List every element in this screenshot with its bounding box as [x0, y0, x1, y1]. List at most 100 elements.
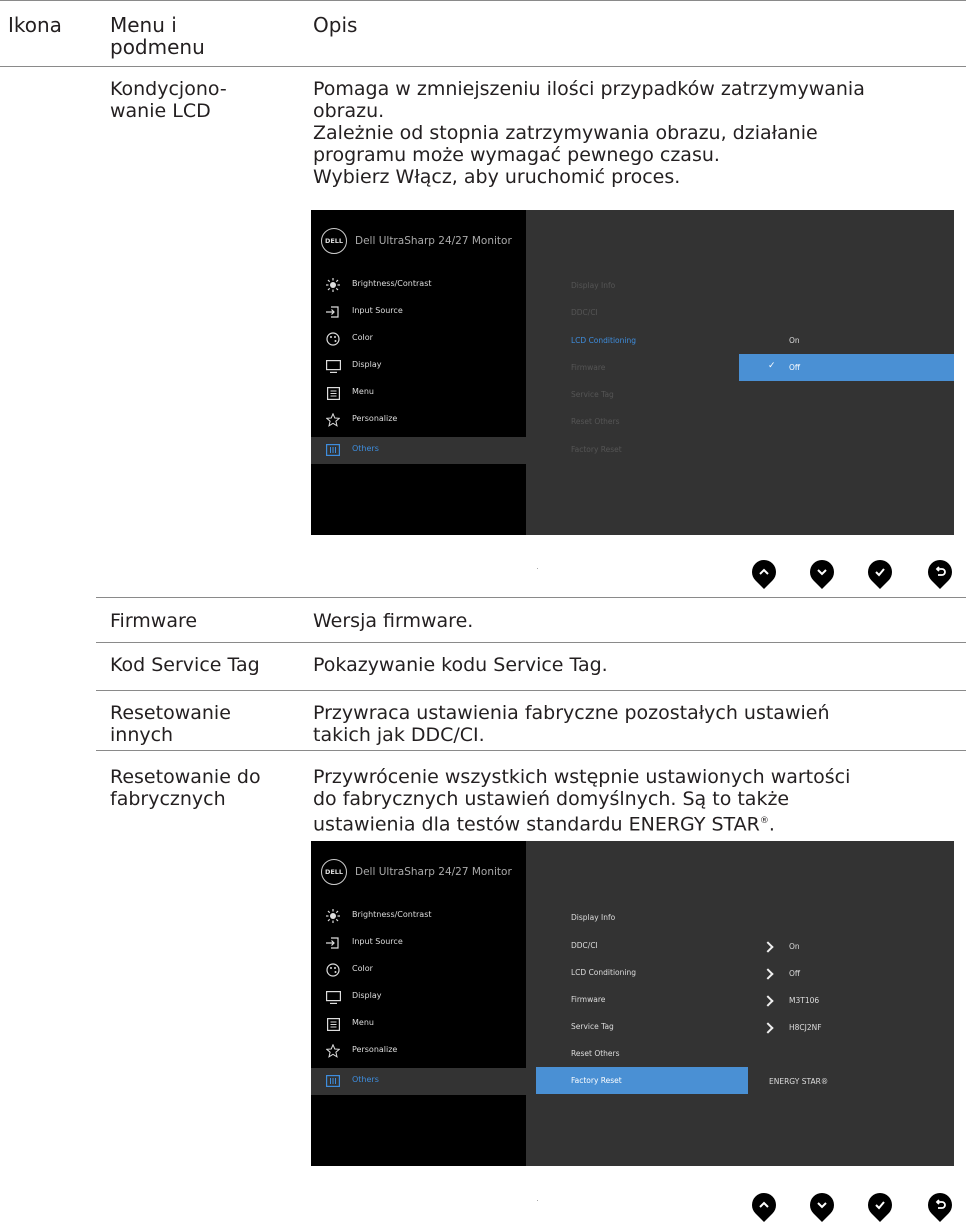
color-palette-icon: [325, 963, 341, 977]
star-icon: [325, 413, 341, 427]
factory-reset-desc-end: .: [768, 813, 775, 836]
osd-item-personalize[interactable]: Personalize: [311, 407, 526, 434]
osd-item-display[interactable]: Display: [311, 353, 526, 380]
dell-logo: DELL: [321, 859, 347, 885]
decorative-dot: [537, 568, 538, 569]
menu-icon: [325, 386, 341, 400]
osd-sub-reset-others[interactable]: Reset Others: [571, 1049, 620, 1058]
osd-item-label: Menu: [352, 387, 374, 396]
osd-title: Dell UltraSharp 24/27 Monitor: [355, 866, 512, 878]
firmware-desc: Wersja firmware.: [313, 610, 474, 632]
osd-item-others[interactable]: Others: [311, 1068, 526, 1095]
osd-sub-firmware[interactable]: Firmware: [571, 995, 605, 1004]
osd-screenshot-factory-reset: DELL Dell UltraSharp 24/27 Monitor Brigh…: [311, 841, 954, 1166]
osd-item-label: Display: [352, 991, 382, 1000]
osd-sub-firmware[interactable]: Firmware: [571, 363, 605, 372]
osd-item-menu[interactable]: Menu: [311, 1011, 526, 1038]
brightness-icon: [325, 909, 341, 923]
osd-sub-service-tag[interactable]: Service Tag: [571, 390, 614, 399]
down-button-icon: [805, 1188, 839, 1222]
row-rule-3: [96, 690, 966, 691]
osd-option-on[interactable]: On: [789, 336, 800, 345]
brightness-icon: [325, 278, 341, 292]
osd-value-firmware: M3T106: [789, 996, 820, 1005]
back-button-icon: [923, 555, 957, 589]
star-icon: [325, 1044, 341, 1058]
osd-item-label: Brightness/Contrast: [352, 279, 432, 288]
osd-item-color[interactable]: Color: [311, 326, 526, 353]
lcd-conditioning-name: Kondycjono- wanie LCD: [110, 78, 227, 122]
osd-sub-factory-reset[interactable]: Factory Reset: [571, 1076, 622, 1085]
osd-item-label: Personalize: [352, 1045, 398, 1054]
osd-sub-service-tag[interactable]: Service Tag: [571, 1022, 614, 1031]
osd-item-brightness[interactable]: Brightness/Contrast: [311, 272, 526, 299]
osd-sub-ddcci[interactable]: DDC/CI: [571, 308, 598, 317]
osd-item-others[interactable]: Others: [311, 437, 526, 464]
osd-item-color[interactable]: Color: [311, 957, 526, 984]
button-row-2: [747, 1188, 957, 1227]
confirm-button-icon: [863, 555, 897, 589]
row-rule-4: [96, 750, 966, 751]
osd-item-label: Display: [352, 360, 382, 369]
service-tag-desc: Pokazywanie kodu Service Tag.: [313, 654, 608, 676]
osd-item-personalize[interactable]: Personalize: [311, 1038, 526, 1065]
menu-icon: [325, 1017, 341, 1031]
osd-item-label: Others: [352, 1075, 379, 1084]
up-button-icon: [747, 1188, 781, 1222]
others-icon: [325, 1074, 341, 1088]
row-rule-1: [96, 597, 966, 598]
col-desc-header: Opis: [313, 13, 358, 37]
col-icon-header: Ikona: [8, 13, 62, 37]
osd-item-brightness[interactable]: Brightness/Contrast: [311, 903, 526, 930]
down-button-icon: [805, 555, 839, 589]
input-source-icon: [325, 305, 341, 319]
osd-sub-factory-reset-highlight[interactable]: [536, 1067, 748, 1094]
osd-sub-lcd-conditioning[interactable]: LCD Conditioning: [571, 336, 636, 345]
osd-title: Dell UltraSharp 24/27 Monitor: [355, 235, 512, 247]
osd-item-display[interactable]: Display: [311, 984, 526, 1011]
color-palette-icon: [325, 332, 341, 346]
button-row-1: [747, 555, 957, 594]
lcd-conditioning-desc: Pomaga w zmniejszeniu ilości przypadków …: [313, 78, 865, 188]
up-button-icon: [747, 555, 781, 589]
decorative-dot: [537, 1200, 538, 1201]
top-rule: [0, 0, 966, 1]
osd-sub-display-info[interactable]: Display Info: [571, 913, 615, 922]
osd-value-lcd: Off: [789, 969, 801, 978]
osd-item-label: Brightness/Contrast: [352, 910, 432, 919]
osd-sub-reset-others[interactable]: Reset Others: [571, 417, 620, 426]
osd-item-label: Input Source: [352, 306, 403, 315]
confirm-button-icon: [863, 1188, 897, 1222]
check-icon: ✓: [768, 361, 776, 371]
display-icon: [325, 990, 341, 1004]
osd-option-off[interactable]: Off: [789, 363, 800, 372]
osd-value-ddcci: On: [789, 942, 800, 951]
osd-value-service-tag: H8CJ2NF: [789, 1023, 822, 1032]
header-rule: [0, 66, 966, 67]
osd-sub-lcd-conditioning[interactable]: LCD Conditioning: [571, 968, 636, 977]
registered-mark: ®: [759, 816, 769, 826]
input-source-icon: [325, 936, 341, 950]
osd-item-input-source[interactable]: Input Source: [311, 299, 526, 326]
osd-item-label: Personalize: [352, 414, 398, 423]
osd-sub-factory-reset[interactable]: Factory Reset: [571, 445, 622, 454]
reset-others-desc: Przywraca ustawienia fabryczne pozostały…: [313, 702, 830, 746]
osd-value-factory-reset: ENERGY STAR®: [769, 1077, 829, 1086]
col-menu-header: Menu i podmenu: [110, 13, 205, 59]
reset-others-name: Resetowanie innych: [110, 702, 231, 746]
factory-reset-desc: Przywrócenie wszystkich wstępnie ustawio…: [313, 766, 850, 835]
osd-sub-ddcci[interactable]: DDC/CI: [571, 941, 598, 950]
osd-item-input-source[interactable]: Input Source: [311, 930, 526, 957]
osd-sub-display-info[interactable]: Display Info: [571, 281, 615, 290]
osd-item-label: Input Source: [352, 937, 403, 946]
osd-item-label: Color: [352, 964, 373, 973]
service-tag-name: Kod Service Tag: [110, 654, 260, 676]
osd-item-menu[interactable]: Menu: [311, 380, 526, 407]
osd-screenshot-lcd-conditioning: DELL Dell UltraSharp 24/27 Monitor Brigh…: [311, 210, 954, 535]
factory-reset-name: Resetowanie do fabrycznych: [110, 766, 261, 810]
row-rule-2: [96, 642, 966, 643]
display-icon: [325, 359, 341, 373]
back-button-icon: [923, 1188, 957, 1222]
others-icon: [325, 443, 341, 457]
firmware-name: Firmware: [110, 610, 198, 632]
